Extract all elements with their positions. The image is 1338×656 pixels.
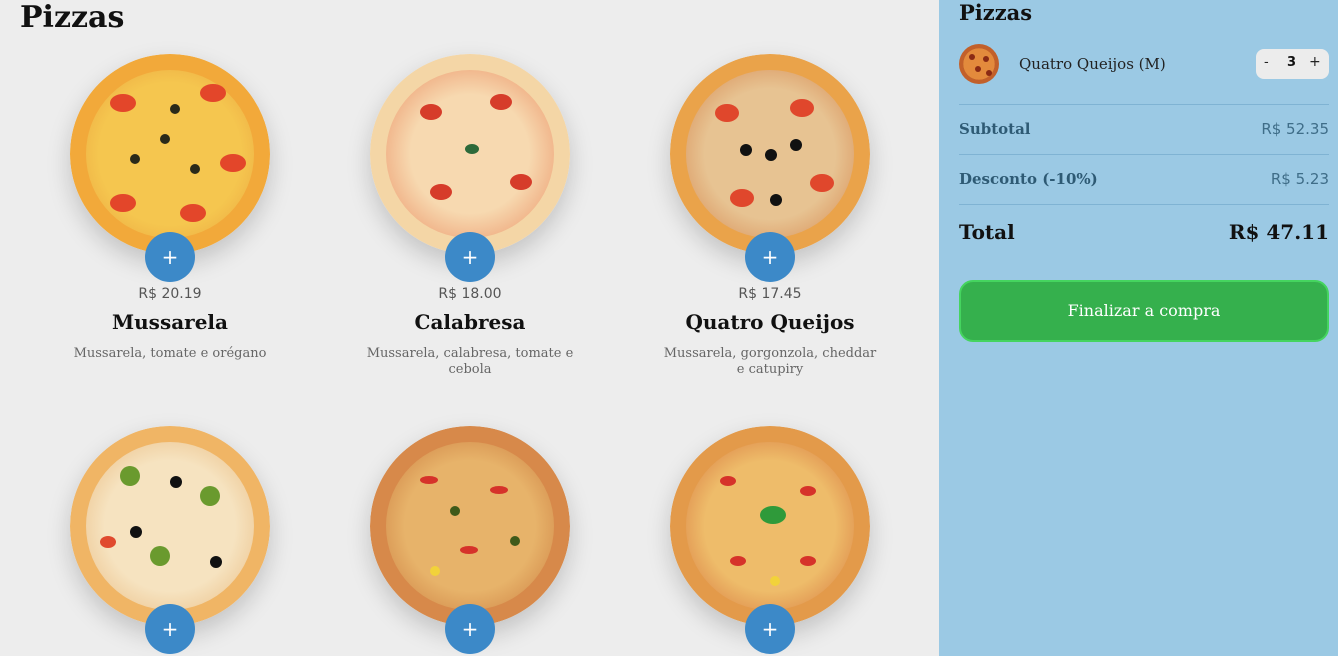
pizza-image <box>370 54 570 254</box>
discount-label: Desconto (-10%) <box>959 170 1098 188</box>
add-button[interactable]: + <box>445 232 495 282</box>
add-button[interactable]: + <box>745 232 795 282</box>
menu-area: Pizzas + R$ 20.19 Mussarela Mussarela, t… <box>0 0 939 656</box>
pizza-image <box>70 54 270 254</box>
divider <box>959 204 1329 205</box>
add-button[interactable]: + <box>445 604 495 654</box>
pizza-image <box>370 426 570 626</box>
quantity-stepper: - 3 + <box>1256 49 1329 79</box>
add-button[interactable]: + <box>145 604 195 654</box>
add-button[interactable]: + <box>145 232 195 282</box>
cart-item-thumbnail <box>959 44 999 84</box>
pizza-image <box>670 426 870 626</box>
subtotal-value: R$ 52.35 <box>1261 120 1329 138</box>
quantity-decrease-button[interactable]: - <box>1264 55 1269 70</box>
divider <box>959 104 1329 105</box>
pizza-description: Mussarela, calabresa, tomate e cebola <box>366 346 574 377</box>
total-value: R$ 47.11 <box>1228 220 1329 244</box>
subtotal-label: Subtotal <box>959 120 1031 138</box>
pizza-price: R$ 18.00 <box>438 286 502 302</box>
pizza-name: Calabresa <box>414 310 526 334</box>
pizza-description: Mussarela, gorgonzola, cheddar e catupir… <box>663 346 877 377</box>
pizza-description: Mussarela, tomate e orégano <box>73 346 267 361</box>
pizza-name: Mussarela <box>112 310 228 334</box>
pizza-name: Quatro Queijos <box>685 310 855 334</box>
checkout-button[interactable]: Finalizar a compra <box>959 280 1329 342</box>
page-title: Pizzas <box>20 0 125 35</box>
cart-item: Quatro Queijos (M) - 3 + <box>959 44 1329 86</box>
pizza-image <box>70 426 270 626</box>
cart-title: Pizzas <box>959 0 1033 25</box>
quantity-increase-button[interactable]: + <box>1309 54 1321 70</box>
cart-sidebar: Pizzas Quatro Queijos (M) - 3 + Subtotal… <box>939 0 1338 656</box>
add-button[interactable]: + <box>745 604 795 654</box>
pizza-price: R$ 17.45 <box>738 286 802 302</box>
pizza-price: R$ 20.19 <box>138 286 202 302</box>
discount-value: R$ 5.23 <box>1270 170 1329 188</box>
divider <box>959 154 1329 155</box>
cart-item-name: Quatro Queijos (M) <box>1019 55 1166 73</box>
quantity-value: 3 <box>1287 55 1297 70</box>
pizza-image <box>670 54 870 254</box>
total-label: Total <box>959 220 1015 244</box>
